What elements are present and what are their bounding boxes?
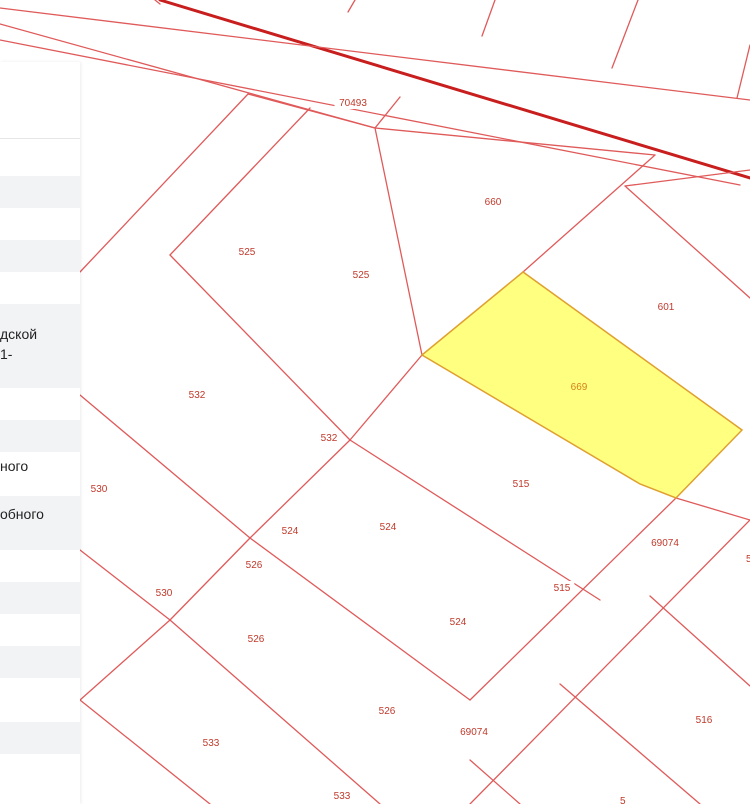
parcel-label-532: 532 — [316, 431, 342, 444]
parcel-label-660: 660 — [480, 195, 506, 208]
panel-row-shaded — [0, 722, 80, 754]
parcel-label-524: 524 — [375, 520, 401, 533]
panel-row-shaded — [0, 646, 80, 678]
parcel-label-text: 530 — [91, 484, 108, 495]
parcel-label-515: 515 — [508, 477, 534, 490]
parcel-label-526: 526 — [243, 632, 269, 645]
panel-top-fragment — [0, 74, 80, 96]
parcel-label-text: 524 — [380, 522, 397, 533]
parcel-label-525: 525 — [234, 245, 260, 258]
parcel-label-530: 530 — [86, 482, 112, 495]
info-side-panel: дской 1- ного обного — [0, 62, 80, 804]
parcel-label-515: 515 — [549, 581, 575, 594]
parcel-boundary — [169, 619, 381, 804]
parcel-boundary — [79, 619, 171, 701]
parcel-label-669: 669 — [571, 382, 588, 393]
panel-row-shaded — [0, 240, 80, 272]
parcel-label-text: 533 — [334, 791, 351, 802]
panel-text-fragment: дской — [0, 326, 38, 342]
panel-text-fragment: обного — [0, 506, 44, 522]
parcel-label-525: 525 — [348, 268, 374, 281]
parcel-label-text: 524 — [282, 526, 299, 537]
panel-row-use-detail: обного — [0, 496, 80, 550]
panel-row-use: ного — [0, 452, 80, 496]
parcel-label-text: 532 — [321, 433, 338, 444]
parcel-label-cutoff: 5 — [620, 796, 626, 804]
parcel-boundary — [481, 0, 496, 37]
panel-divider — [0, 138, 80, 139]
parcel-label-text: 515 — [554, 583, 571, 594]
cadastral-map[interactable]: 70493 660 525 525 601 669 532 532 530 515 524 524 69… — [0, 0, 750, 804]
parcel-boundary — [79, 699, 211, 804]
parcel-label-text: 660 — [485, 197, 502, 208]
parcel-boundary — [736, 44, 750, 99]
parcel-label-text: 530 — [156, 588, 173, 599]
parcel-boundary — [522, 154, 656, 273]
parcel-boundary — [79, 93, 249, 273]
parcel-boundary — [0, 7, 750, 101]
parcel-label-text: 69074 — [651, 538, 679, 549]
panel-row-shaded — [0, 420, 80, 452]
parcel-label-516: 516 — [691, 713, 717, 726]
parcel-boundary — [374, 127, 656, 156]
parcel-label-text: 533 — [203, 738, 220, 749]
parcel-boundary — [374, 127, 423, 356]
parcel-boundary — [349, 354, 423, 441]
parcel-label-text: 525 — [353, 270, 370, 281]
parcel-label-526: 526 — [241, 558, 267, 571]
panel-row-shaded — [0, 176, 80, 208]
parcel-boundary — [469, 759, 521, 804]
parcel-label-530: 530 — [151, 586, 177, 599]
parcel-label-70493: 70493 — [334, 96, 372, 109]
parcel-label-text: 515 — [513, 479, 530, 490]
parcel-boundary — [559, 683, 701, 804]
panel-row-shaded — [0, 582, 80, 614]
parcel-label-524: 524 — [277, 524, 303, 537]
parcel-label-text: 516 — [696, 715, 713, 726]
parcel-label-cutoff: 5 — [746, 554, 750, 565]
parcel-boundary — [79, 549, 171, 621]
parcel-boundary — [649, 595, 750, 687]
parcel-label-text: 669 — [571, 382, 588, 393]
parcel-boundary — [675, 497, 750, 521]
parcel-label-524: 524 — [445, 615, 471, 628]
parcel-boundary — [79, 394, 251, 539]
parcel-boundary — [0, 39, 741, 186]
parcel-boundary — [347, 0, 356, 13]
parcel-boundary — [624, 185, 750, 299]
parcel-label-533: 533 — [329, 789, 355, 802]
parcel-label-601: 601 — [653, 300, 679, 313]
parcel-label-69074: 69074 — [455, 725, 493, 738]
parcel-label-526: 526 — [374, 704, 400, 717]
parcel-label-text: 526 — [379, 706, 396, 717]
parcel-label-text: 601 — [658, 302, 675, 313]
parcel-label-533: 533 — [198, 736, 224, 749]
parcel-boundary — [469, 497, 677, 701]
parcel-label-532: 532 — [184, 388, 210, 401]
parcel-boundary — [650, 596, 750, 640]
panel-row-address: дской 1- — [0, 304, 80, 388]
parcel-boundary — [249, 537, 471, 701]
parcel-boundary — [249, 439, 351, 539]
parcel-boundary — [374, 96, 401, 129]
parcel-boundary — [80, 395, 350, 440]
parcel-boundary — [169, 254, 351, 441]
parcel-boundary — [169, 107, 311, 256]
parcel-label-69074: 69074 — [646, 536, 684, 549]
parcel-boundary — [169, 537, 251, 621]
parcel-label-text: 524 — [450, 617, 467, 628]
panel-text-fragment: 1- — [0, 346, 13, 362]
parcel-label-text: 526 — [246, 560, 263, 571]
panel-text-fragment: ного — [0, 458, 29, 474]
parcel-label-text: 70493 — [339, 98, 367, 109]
parcel-boundary — [611, 0, 639, 69]
parcel-label-text: 532 — [189, 390, 206, 401]
parcel-label-text: 525 — [239, 247, 256, 258]
parcel-label-text: 69074 — [460, 727, 488, 738]
parcel-label-text: 526 — [248, 634, 265, 645]
